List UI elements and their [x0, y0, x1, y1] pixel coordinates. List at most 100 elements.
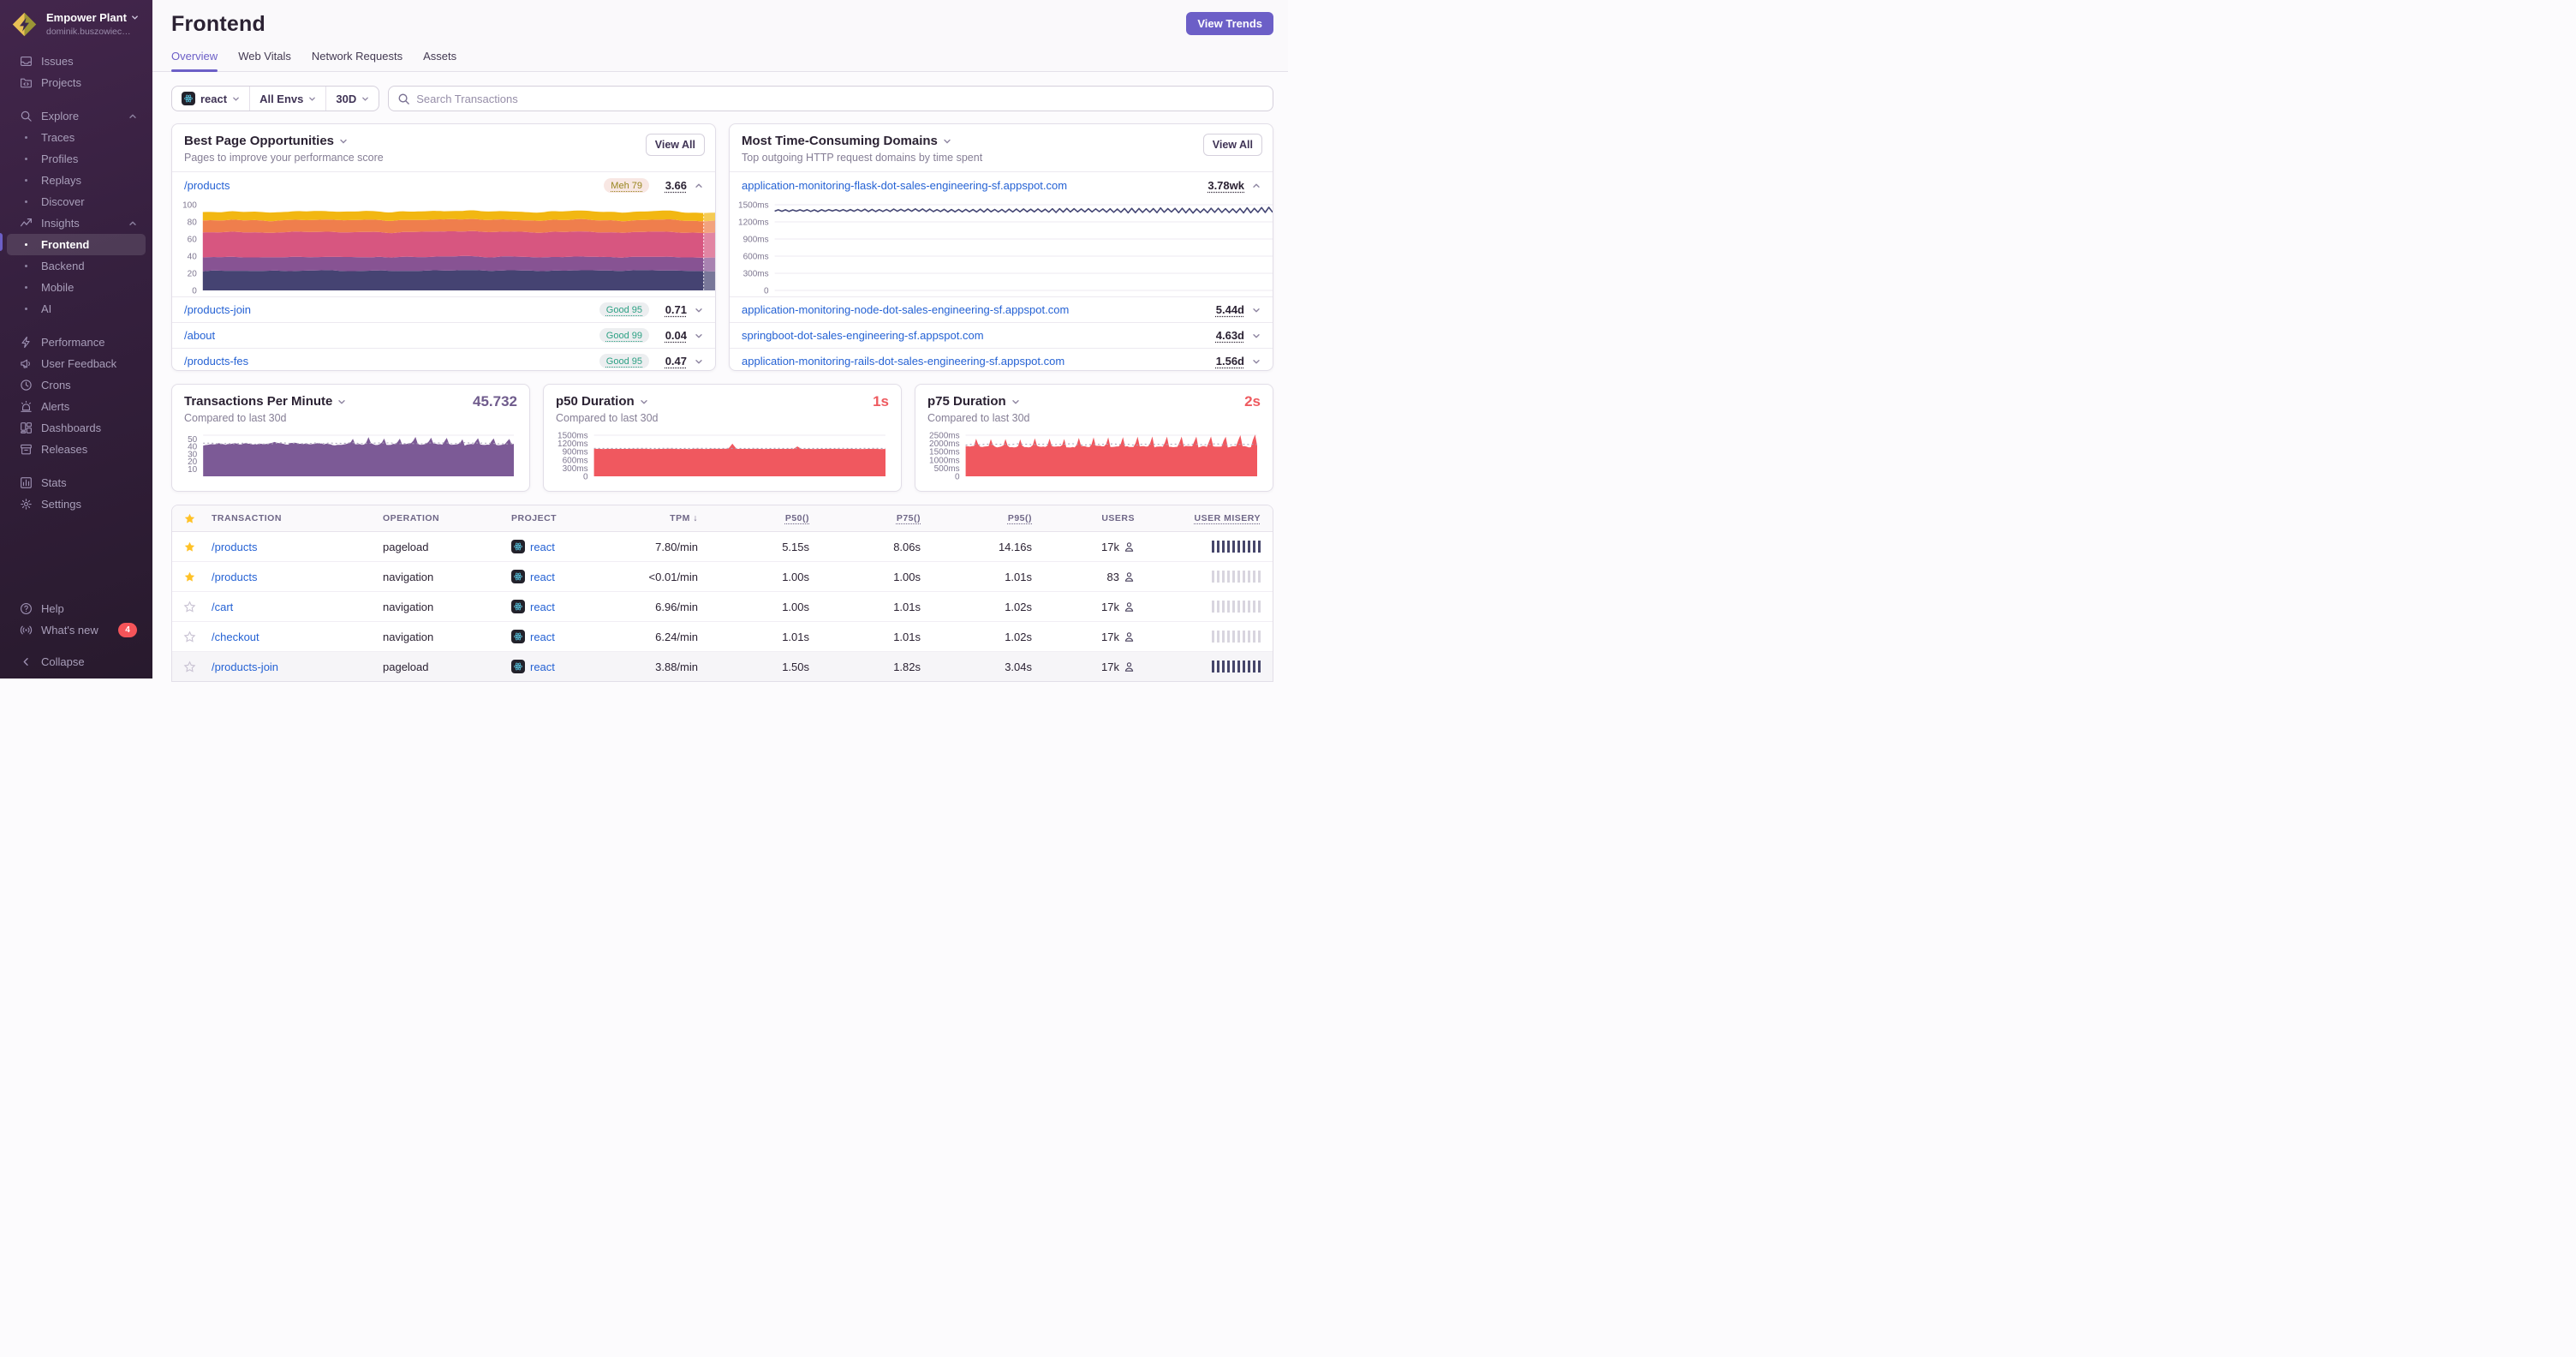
transaction-link[interactable]: /checkout [212, 631, 259, 643]
time-spent-value[interactable]: 5.44d [1216, 303, 1244, 316]
time-spent-value[interactable]: 1.56d [1216, 355, 1244, 368]
expand-toggle[interactable] [695, 357, 703, 366]
time-spent-value[interactable]: 3.78wk [1208, 179, 1244, 192]
col-p95[interactable]: P95() [926, 513, 1037, 523]
project-link[interactable]: react [530, 601, 555, 613]
page-link[interactable]: /about [184, 329, 215, 342]
time-spent-value[interactable]: 4.63d [1216, 329, 1244, 342]
project-filter[interactable]: react [172, 87, 249, 111]
col-project[interactable]: PROJECT [506, 513, 626, 523]
expand-toggle[interactable] [1252, 306, 1261, 314]
transaction-link[interactable]: /cart [212, 601, 233, 613]
star-toggle[interactable] [172, 630, 206, 643]
sidebar-item-performance[interactable]: Performance [7, 332, 146, 353]
score-badge[interactable]: Meh 79 [604, 178, 649, 193]
col-operation[interactable]: OPERATION [378, 513, 506, 523]
col-users[interactable]: USERS [1037, 513, 1140, 523]
project-link[interactable]: react [530, 571, 555, 583]
opportunity-score[interactable]: 0.47 [658, 355, 687, 368]
sidebar-item-issues[interactable]: Issues [7, 51, 146, 72]
sidebar-item-alerts[interactable]: Alerts [7, 396, 146, 417]
star-toggle[interactable] [172, 660, 206, 673]
project-link[interactable]: react [530, 631, 555, 643]
col-p50[interactable]: P50() [703, 513, 814, 523]
search-input[interactable] [389, 92, 1273, 105]
tab-network-requests[interactable]: Network Requests [312, 50, 402, 71]
expand-toggle[interactable] [695, 332, 703, 340]
page-link[interactable]: /products [184, 179, 230, 192]
sidebar-item-ai[interactable]: AI [7, 298, 146, 320]
domain-link[interactable]: application-monitoring-rails-dot-sales-e… [742, 355, 1064, 368]
sidebar-item-profiles[interactable]: Profiles [7, 148, 146, 170]
view-all-button[interactable]: View All [645, 134, 705, 156]
star-column-header[interactable] [172, 512, 206, 525]
tab-overview[interactable]: Overview [171, 50, 218, 72]
opportunity-score[interactable]: 0.71 [658, 303, 687, 316]
org-switcher[interactable]: Empower Plant dominik.buszowiec… [0, 0, 152, 40]
sidebar-item-stats[interactable]: Stats [7, 472, 146, 493]
sidebar-item-crons[interactable]: Crons [7, 374, 146, 396]
page-link[interactable]: /products-fes [184, 355, 248, 368]
star-toggle[interactable] [172, 541, 206, 553]
score-badge[interactable]: Good 99 [599, 328, 649, 343]
sidebar-item-releases[interactable]: Releases [7, 439, 146, 460]
sidebar-item-dashboards[interactable]: Dashboards [7, 417, 146, 439]
page-link[interactable]: /products-join [184, 303, 251, 316]
expand-toggle[interactable] [1252, 332, 1261, 340]
sidebar-item-explore[interactable]: Explore [7, 105, 146, 127]
sidebar-item-backend[interactable]: Backend [7, 255, 146, 277]
star-toggle[interactable] [172, 571, 206, 583]
star-outline-icon[interactable] [183, 630, 196, 643]
sidebar-item-projects[interactable]: Projects [7, 72, 146, 93]
tab-assets[interactable]: Assets [423, 50, 456, 71]
transaction-link[interactable]: /products [212, 571, 257, 583]
star-filled-icon[interactable] [183, 541, 196, 553]
date-range-filter[interactable]: 30D [325, 87, 379, 111]
star-filled-icon[interactable] [183, 512, 196, 525]
sidebar-item-help[interactable]: Help [7, 598, 146, 619]
environment-filter[interactable]: All Envs [249, 87, 325, 111]
sidebar-item-whats-new[interactable]: What's new 4 [7, 619, 146, 641]
col-p75[interactable]: P75() [814, 513, 926, 523]
metric-title[interactable]: Transactions Per Minute [184, 394, 517, 409]
sidebar-item-replays[interactable]: Replays [7, 170, 146, 191]
star-outline-icon[interactable] [183, 660, 196, 673]
card-title[interactable]: Best Page Opportunities [184, 134, 703, 148]
expand-toggle[interactable] [1252, 357, 1261, 366]
project-link[interactable]: react [530, 541, 555, 553]
sidebar-item-user-feedback[interactable]: User Feedback [7, 353, 146, 374]
sidebar-item-frontend[interactable]: Frontend [7, 234, 146, 255]
view-trends-button[interactable]: View Trends [1186, 12, 1273, 35]
domain-link[interactable]: application-monitoring-node-dot-sales-en… [742, 303, 1069, 316]
metric-title[interactable]: p50 Duration [556, 394, 889, 409]
project-link[interactable]: react [530, 661, 555, 673]
metric-title[interactable]: p75 Duration [927, 394, 1261, 409]
expand-toggle[interactable] [695, 182, 703, 190]
sidebar-item-settings[interactable]: Settings [7, 493, 146, 515]
opportunity-score[interactable]: 0.04 [658, 329, 687, 342]
sidebar-item-insights[interactable]: Insights [7, 212, 146, 234]
col-transaction[interactable]: TRANSACTION [206, 513, 378, 523]
sidebar-item-collapse[interactable]: Collapse [7, 651, 146, 673]
domain-link[interactable]: application-monitoring-flask-dot-sales-e… [742, 179, 1067, 192]
transaction-link[interactable]: /products [212, 541, 257, 553]
opportunity-score[interactable]: 3.66 [658, 179, 687, 192]
card-title[interactable]: Most Time-Consuming Domains [742, 134, 1261, 148]
star-filled-icon[interactable] [183, 571, 196, 583]
sidebar-item-mobile[interactable]: Mobile [7, 277, 146, 298]
star-toggle[interactable] [172, 600, 206, 613]
sidebar-item-traces[interactable]: Traces [7, 127, 146, 148]
star-outline-icon[interactable] [183, 600, 196, 613]
sidebar-item-discover[interactable]: Discover [7, 191, 146, 212]
user-icon [1124, 541, 1134, 552]
expand-toggle[interactable] [1252, 182, 1261, 190]
score-badge[interactable]: Good 95 [599, 302, 649, 317]
score-badge[interactable]: Good 95 [599, 354, 649, 368]
col-user-misery[interactable]: USER MISERY [1140, 513, 1273, 523]
view-all-button[interactable]: View All [1202, 134, 1262, 156]
domain-link[interactable]: springboot-dot-sales-engineering-sf.apps… [742, 329, 984, 342]
expand-toggle[interactable] [695, 306, 703, 314]
tab-web-vitals[interactable]: Web Vitals [238, 50, 291, 71]
transaction-link[interactable]: /products-join [212, 661, 278, 673]
col-tpm[interactable]: TPM ↓ [626, 513, 703, 523]
